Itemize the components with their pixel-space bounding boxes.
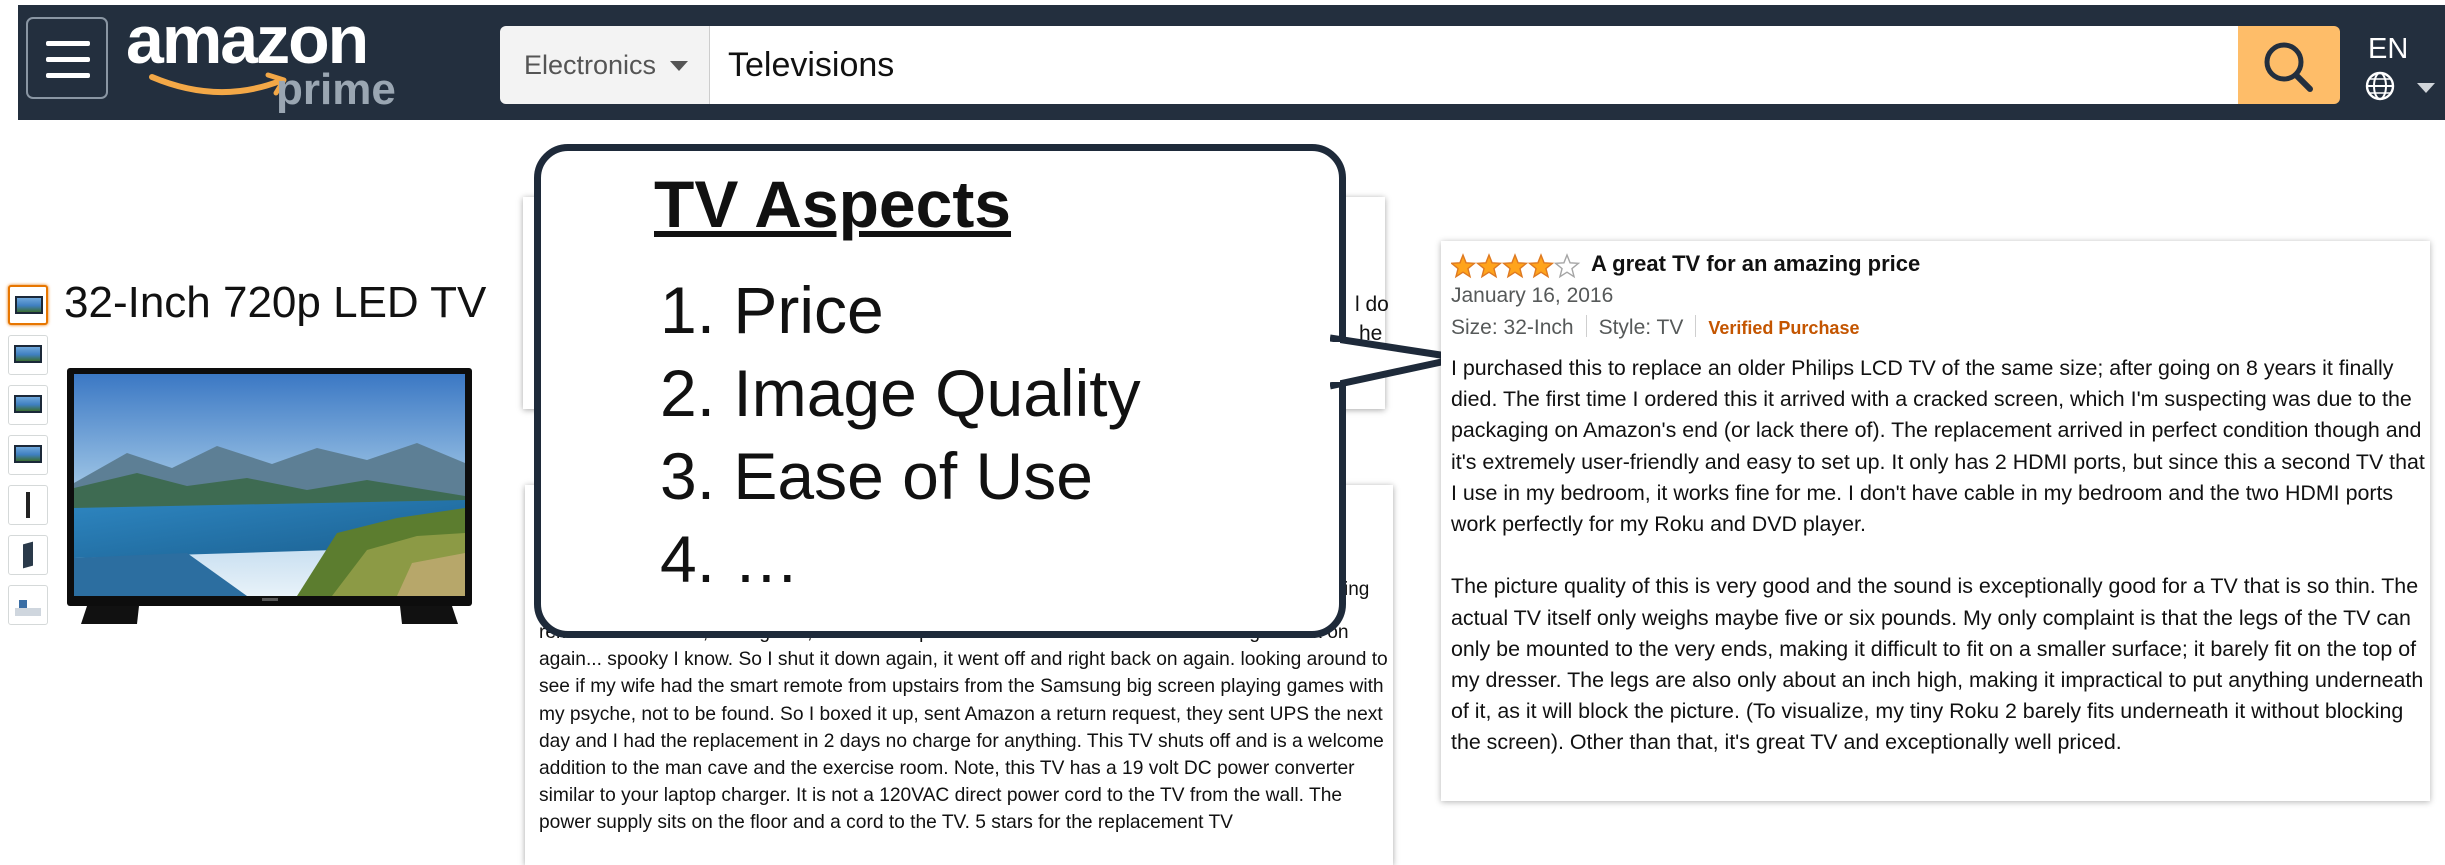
- thumbnail-side[interactable]: [8, 485, 48, 525]
- department-label: Electronics: [524, 50, 657, 80]
- top-navigation-bar: amazon prime Electronics EN: [18, 2, 2445, 120]
- thumbnail-angle-1[interactable]: [8, 335, 48, 375]
- text-fragment: ing: [1344, 579, 1370, 600]
- review-title[interactable]: A great TV for an amazing price: [1591, 251, 1920, 277]
- review-line: my psyche, not to be found. So I boxed i…: [539, 703, 1383, 725]
- review-paragraph: I purchased this to replace an older Phi…: [1451, 356, 2425, 537]
- callout-heading: TV Aspects: [654, 167, 1012, 241]
- callout-item-ease-of-use: 3. Ease of Use: [660, 439, 1093, 513]
- thumbnail-angle-3[interactable]: [8, 435, 48, 475]
- product-title: 32-Inch 720p LED TV: [64, 278, 487, 327]
- callout-item-price: 1. Price: [660, 273, 884, 347]
- review-body-text: remote to shut it off, it did go off, no…: [539, 619, 1388, 837]
- menu-icon[interactable]: [26, 17, 108, 99]
- meta-divider: [1695, 315, 1697, 337]
- star-filled-icon: [1527, 253, 1555, 279]
- thumbnail-side-angle[interactable]: [8, 535, 48, 575]
- chevron-down-icon: [670, 61, 688, 71]
- review-line: similar to your laptop charger. It is no…: [539, 785, 1343, 807]
- review-line: addition to the man cave and the exercis…: [539, 758, 1355, 780]
- star-filled-icon: [1451, 253, 1477, 279]
- department-dropdown[interactable]: Electronics: [500, 26, 710, 104]
- review-body: I purchased this to replace an older Phi…: [1451, 353, 2426, 790]
- star-icon: [1451, 253, 1581, 279]
- thumbnail-angle-2[interactable]: [8, 385, 48, 425]
- search-input[interactable]: [710, 26, 2238, 104]
- callout-item-more: 4. …: [660, 522, 800, 596]
- search-icon: [2264, 42, 2313, 92]
- callout-item-image-quality: 2. Image Quality: [660, 356, 1141, 430]
- star-filled-icon: [1501, 253, 1529, 279]
- globe-icon[interactable]: [2363, 69, 2397, 103]
- verified-purchase-badge: Verified Purchase: [1708, 318, 1860, 338]
- meta-divider: [1585, 315, 1587, 337]
- logo-prime-text: prime: [276, 65, 396, 114]
- review-size: Size: 32-Inch: [1451, 316, 1574, 339]
- text-fragment: l do: [1355, 293, 1389, 316]
- review-paragraph: The picture quality of this is very good…: [1451, 574, 2424, 755]
- star-rating[interactable]: [1451, 253, 1585, 279]
- star-filled-icon: [1475, 253, 1503, 279]
- language-code[interactable]: EN: [2368, 33, 2408, 66]
- review-line: power supply sits on the floor and a cor…: [539, 812, 1233, 834]
- customer-review-card: A great TV for an amazing price January …: [1441, 241, 2430, 801]
- search-button[interactable]: [2238, 26, 2340, 104]
- review-date: January 16, 2016: [1451, 284, 1614, 307]
- thumbnail-accessories[interactable]: [8, 585, 48, 625]
- product-image[interactable]: [67, 368, 472, 626]
- review-line: day and I had the replacement in 2 days …: [539, 730, 1384, 752]
- review-style: Style: TV: [1598, 316, 1684, 339]
- star-empty-icon: [1553, 253, 1581, 279]
- amazon-prime-logo[interactable]: amazon prime: [126, 2, 416, 117]
- review-line: see if my wife had the smart remote from…: [539, 676, 1384, 698]
- thumbnail-front[interactable]: [8, 285, 48, 325]
- chevron-down-icon[interactable]: [2417, 83, 2435, 93]
- review-meta: Size: 32-Inch Style: TV Verified Purchase: [1451, 315, 1859, 340]
- review-line: again... spooky I know. So I shut it dow…: [539, 649, 1388, 671]
